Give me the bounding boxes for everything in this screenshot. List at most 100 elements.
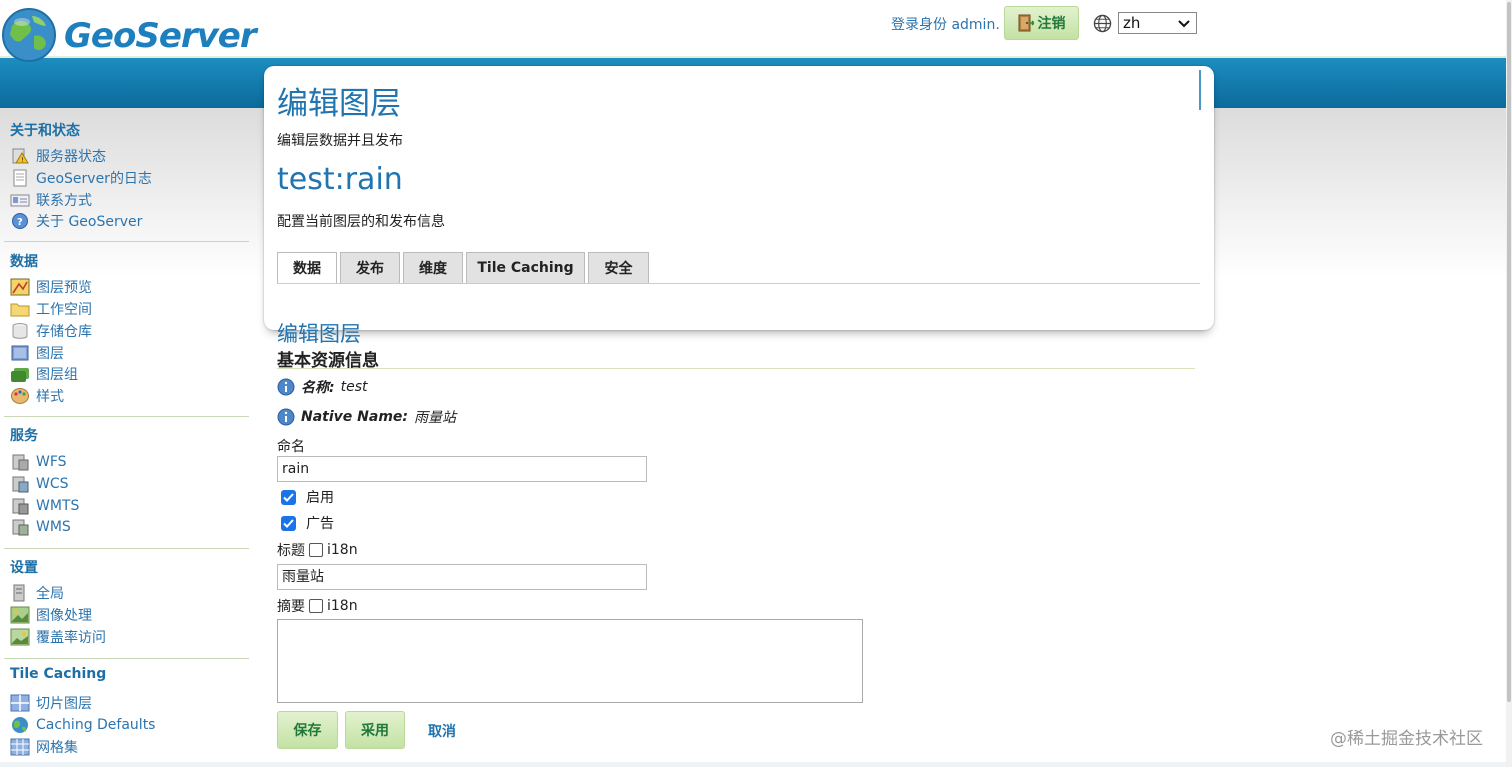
globe-icon bbox=[12, 717, 28, 733]
info-native-name-label: Native Name: bbox=[301, 409, 408, 425]
sidebar-item-caching-defaults[interactable]: Caching Defaults bbox=[10, 714, 155, 736]
sidebar-item-wms[interactable]: WMS bbox=[10, 516, 71, 538]
sidebar-item-wcs[interactable]: WCS bbox=[10, 473, 69, 495]
title-label-row: 标题 i18n bbox=[277, 540, 358, 560]
page-description: 编辑层数据并且发布 bbox=[277, 133, 403, 149]
sidebar-title-about: 关于和状态 bbox=[10, 123, 80, 139]
sidebar-item-styles[interactable]: 样式 bbox=[10, 385, 64, 407]
abstract-textarea[interactable] bbox=[277, 619, 863, 703]
logout-button[interactable]: 注销 bbox=[1004, 6, 1079, 40]
svg-text:!: ! bbox=[21, 156, 24, 164]
watermark: @稀土掘金技术社区 bbox=[1330, 729, 1483, 749]
info-name: 名称: test bbox=[277, 377, 368, 397]
door-icon bbox=[1018, 14, 1034, 32]
name-input[interactable]: rain bbox=[277, 456, 647, 482]
layer-title: test:rain bbox=[277, 162, 403, 197]
service-icon bbox=[12, 519, 29, 536]
info-icon bbox=[277, 378, 295, 396]
geoserver-logo[interactable]: GeoServer bbox=[0, 4, 257, 64]
sidebar-item-global[interactable]: 全局 bbox=[10, 582, 64, 604]
content-panel bbox=[264, 66, 1214, 330]
sidebar-item-tile-layers[interactable]: 切片图层 bbox=[10, 692, 92, 714]
tab-security[interactable]: 安全 bbox=[588, 252, 649, 284]
advertised-row: 广告 bbox=[281, 513, 334, 533]
image-icon bbox=[10, 628, 30, 646]
sidebar-divider bbox=[4, 548, 249, 549]
tab-publishing[interactable]: 发布 bbox=[340, 252, 400, 284]
logo-text: GeoServer bbox=[64, 16, 257, 56]
sidebar-divider bbox=[4, 658, 249, 659]
abstract-i18n-label: i18n bbox=[327, 598, 358, 614]
scrollbar-thumb[interactable] bbox=[1507, 2, 1511, 702]
sidebar-item-stores[interactable]: 存储仓库 bbox=[10, 320, 92, 342]
contact-card-icon bbox=[10, 194, 30, 207]
footer-bar bbox=[0, 762, 1506, 767]
sidebar-item-jai[interactable]: 图像处理 bbox=[10, 604, 92, 626]
sidebar-item-coverage-access[interactable]: 覆盖率访问 bbox=[10, 626, 106, 648]
service-icon bbox=[12, 498, 29, 515]
layer-preview-icon bbox=[10, 278, 30, 296]
sidebar-item-server-status[interactable]: ! 服务器状态 bbox=[10, 145, 106, 167]
abstract-label-row: 摘要 i18n bbox=[277, 596, 358, 616]
sidebar-item-layer-groups[interactable]: 图层组 bbox=[10, 363, 78, 385]
server-status-icon: ! bbox=[12, 148, 29, 164]
image-icon bbox=[10, 606, 30, 624]
service-icon bbox=[12, 454, 29, 471]
sidebar-item-contact[interactable]: 联系方式 bbox=[10, 189, 92, 211]
language-select[interactable]: zh bbox=[1118, 12, 1197, 34]
scrollbar[interactable] bbox=[1506, 0, 1512, 767]
help-icon: ? bbox=[12, 213, 28, 229]
layer-description: 配置当前图层的和发布信息 bbox=[277, 214, 445, 230]
sidebar-item-wfs[interactable]: WFS bbox=[10, 451, 67, 473]
apply-button[interactable]: 采用 bbox=[345, 711, 405, 749]
sidebar-title-data: 数据 bbox=[10, 254, 38, 270]
title-i18n-label: i18n bbox=[327, 542, 358, 558]
globe-logo-icon bbox=[2, 8, 56, 62]
chevron-down-icon bbox=[1178, 20, 1190, 28]
check-icon bbox=[283, 492, 294, 502]
tab-dimensions[interactable]: 维度 bbox=[403, 252, 463, 284]
sidebar-title-settings: 设置 bbox=[10, 560, 38, 576]
cancel-link[interactable]: 取消 bbox=[428, 721, 456, 741]
abstract-i18n-checkbox[interactable] bbox=[309, 599, 323, 613]
logout-label: 注销 bbox=[1037, 16, 1066, 32]
sidebar-item-layers[interactable]: 图层 bbox=[10, 342, 64, 364]
enabled-checkbox[interactable] bbox=[281, 489, 296, 505]
sidebar-item-logs[interactable]: GeoServer的日志 bbox=[10, 167, 152, 189]
layer-icon bbox=[11, 345, 29, 361]
sidebar-item-wmts[interactable]: WMTS bbox=[10, 495, 79, 517]
tab-data[interactable]: 数据 bbox=[277, 252, 337, 284]
info-name-value: test bbox=[340, 379, 368, 395]
server-icon bbox=[13, 584, 25, 602]
svg-text:?: ? bbox=[17, 217, 23, 228]
grid-icon bbox=[10, 694, 30, 712]
section-heading: 编辑图层 bbox=[277, 322, 361, 346]
sidebar-item-about[interactable]: ? 关于 GeoServer bbox=[10, 210, 142, 232]
palette-icon bbox=[11, 388, 29, 404]
sidebar-divider bbox=[4, 416, 249, 417]
globe-icon bbox=[1093, 14, 1112, 33]
sidebar-item-workspaces[interactable]: 工作空间 bbox=[10, 298, 92, 320]
log-file-icon bbox=[13, 169, 27, 187]
sidebar-title-tile-caching: Tile Caching bbox=[10, 666, 107, 682]
title-i18n-checkbox[interactable] bbox=[309, 543, 323, 557]
section-divider bbox=[277, 368, 1195, 369]
save-button[interactable]: 保存 bbox=[277, 711, 338, 749]
layer-group-icon bbox=[11, 368, 29, 382]
sidebar-item-gridsets[interactable]: 网格集 bbox=[10, 736, 78, 758]
page-title: 编辑图层 bbox=[277, 86, 401, 122]
enabled-row: 启用 bbox=[281, 487, 334, 507]
service-icon bbox=[12, 476, 29, 493]
panel-accent-line bbox=[1199, 70, 1201, 110]
sidebar-item-layer-preview[interactable]: 图层预览 bbox=[10, 276, 92, 298]
tab-divider bbox=[277, 283, 1200, 284]
advertised-checkbox[interactable] bbox=[281, 515, 296, 531]
advertised-label: 广告 bbox=[306, 516, 334, 532]
grid-icon bbox=[10, 738, 30, 756]
database-icon bbox=[12, 323, 28, 339]
info-name-label: 名称: bbox=[301, 380, 335, 396]
name-label: 命名 bbox=[277, 439, 305, 455]
login-status: 登录身份 admin. bbox=[891, 17, 1000, 33]
tab-tile-caching[interactable]: Tile Caching bbox=[466, 252, 585, 284]
title-input[interactable]: 雨量站 bbox=[277, 564, 647, 590]
